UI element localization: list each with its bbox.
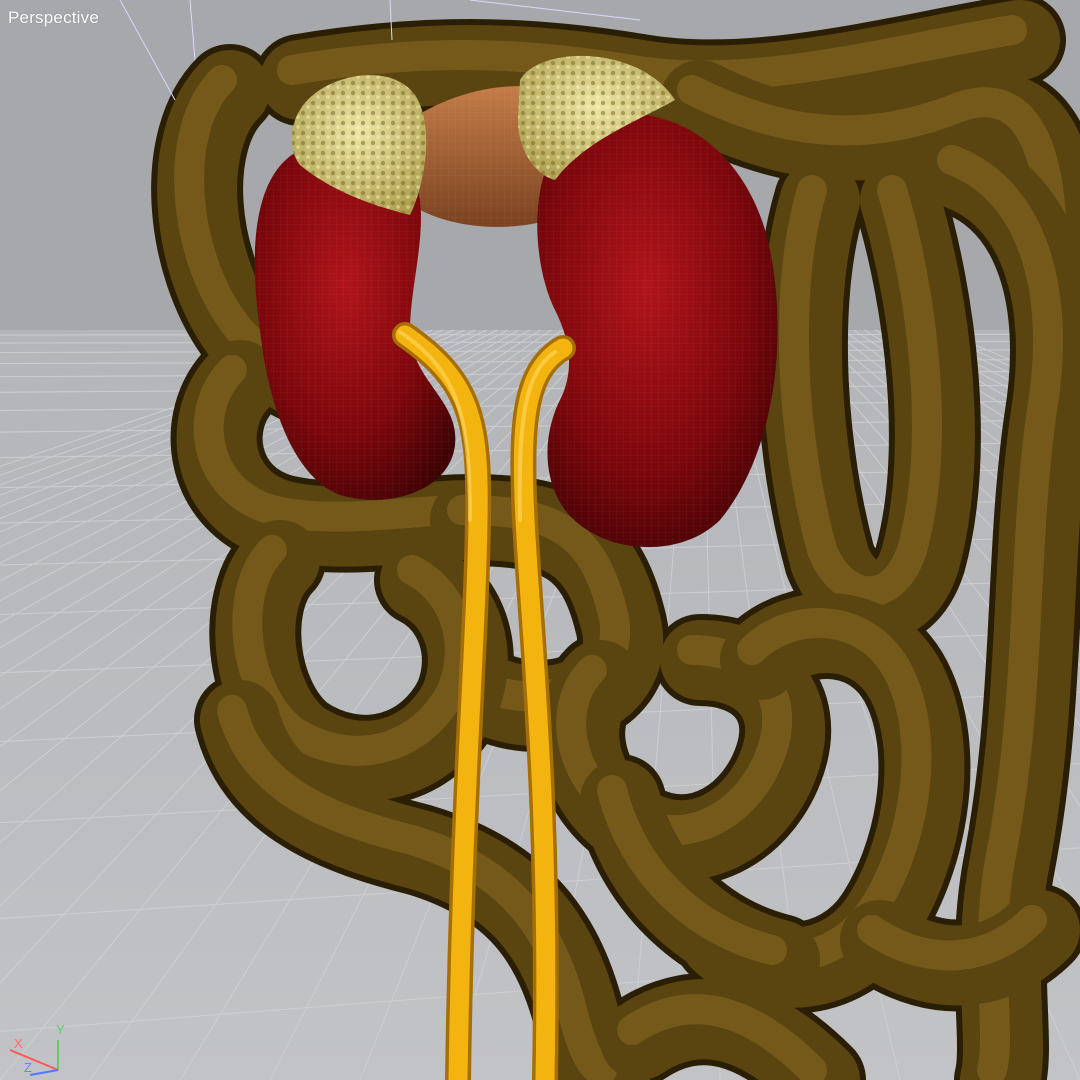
gizmo-z-label: Z bbox=[24, 1060, 32, 1075]
viewport-label[interactable]: Perspective bbox=[8, 8, 99, 28]
perspective-viewport[interactable]: Perspective Y X Z bbox=[0, 0, 1080, 1080]
3d-scene-canvas[interactable] bbox=[0, 0, 1080, 1080]
axis-gizmo: Y X Z bbox=[9, 1022, 65, 1076]
gizmo-x-label: X bbox=[14, 1036, 23, 1051]
gizmo-y-label: Y bbox=[56, 1022, 65, 1037]
